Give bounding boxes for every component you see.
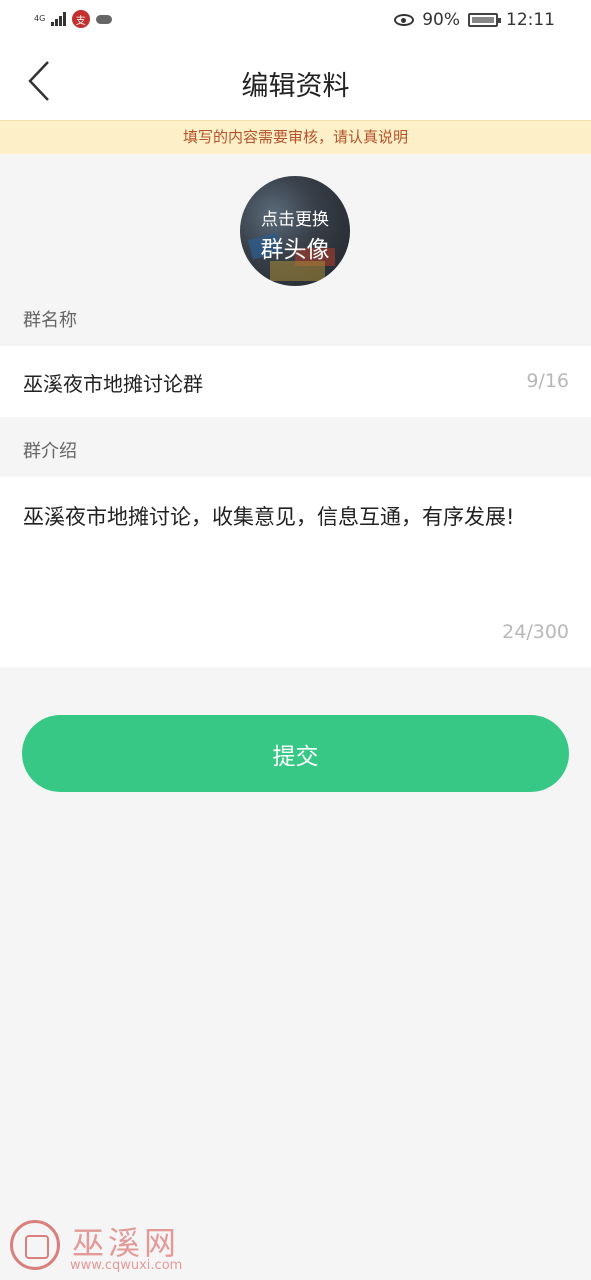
status-bar: 4G 支 90% 12:11 xyxy=(0,0,591,42)
status-right: 90% 12:11 xyxy=(394,10,555,30)
battery-icon xyxy=(468,13,501,27)
avatar-hint-line2: 群头像 xyxy=(260,237,330,263)
group-intro-counter: 24/300 xyxy=(502,621,569,643)
watermark-url: www.cqwuxi.com xyxy=(70,1258,183,1273)
group-name-field[interactable]: 巫溪夜市地摊讨论群 9/16 xyxy=(0,346,591,417)
group-name-counter: 9/16 xyxy=(526,370,569,392)
group-name-value: 巫溪夜市地摊讨论群 xyxy=(23,372,203,396)
group-name-label: 群名称 xyxy=(23,310,77,331)
group-intro-value: 巫溪夜市地摊讨论，收集意见，信息互通，有序发展! xyxy=(23,505,515,529)
group-avatar-button[interactable]: 点击更换 群头像 xyxy=(240,176,350,286)
watermark-seal-icon xyxy=(10,1220,60,1270)
network-type: 4G xyxy=(34,14,46,23)
cloud-icon xyxy=(95,14,112,24)
network-indicator: 4G xyxy=(34,15,45,23)
status-left: 4G 支 xyxy=(34,10,112,28)
signal-icon xyxy=(51,12,66,26)
notification-badge-icon: 支 xyxy=(71,10,90,28)
clock: 12:11 xyxy=(506,10,555,30)
review-notice: 填写的内容需要审核，请认真说明 xyxy=(0,120,591,154)
group-intro-label: 群介绍 xyxy=(23,441,77,462)
nav-bar: 编辑资料 xyxy=(0,42,591,120)
group-intro-field[interactable]: 巫溪夜市地摊讨论，收集意见，信息互通，有序发展! 24/300 xyxy=(0,477,591,667)
site-watermark: 巫溪网 www.cqwuxi.com xyxy=(10,1218,200,1278)
page-title: 编辑资料 xyxy=(241,71,350,102)
submit-button[interactable]: 提交 xyxy=(22,715,569,792)
avatar-hint-line1: 点击更换 xyxy=(261,210,329,230)
eye-comfort-icon xyxy=(394,14,415,26)
battery-percent: 90% xyxy=(422,10,460,30)
